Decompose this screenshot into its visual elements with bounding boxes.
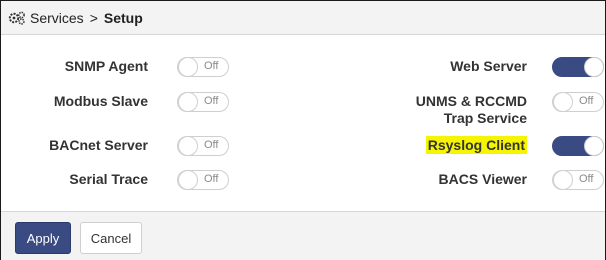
- unms-rccmd-label-line2: Trap Service: [443, 110, 527, 126]
- web-server-toggle[interactable]: [552, 57, 604, 77]
- setup-panel: Services > Setup SNMP Agent Off Modbus S…: [0, 0, 606, 260]
- bacs-viewer-toggle[interactable]: Off: [552, 170, 604, 190]
- toggle-state-text: Off: [579, 173, 594, 185]
- web-server-label: Web Server: [450, 58, 527, 74]
- bacs-viewer-label: BACS Viewer: [438, 171, 527, 187]
- toggle-state-text: Off: [204, 95, 219, 107]
- gears-icon: [8, 11, 25, 25]
- snmp-agent-toggle[interactable]: Off: [177, 57, 229, 77]
- serial-trace-label: Serial Trace: [69, 171, 148, 187]
- serial-trace-toggle[interactable]: Off: [177, 170, 229, 190]
- toggle-knob: [553, 92, 573, 112]
- toggle-state-text: Off: [579, 95, 594, 107]
- unms-rccmd-label-line1: UNMS & RCCMD: [415, 93, 527, 109]
- bacnet-server-label: BACnet Server: [49, 137, 148, 153]
- toggle-knob: [178, 136, 198, 156]
- breadcrumb: Services > Setup: [8, 10, 143, 26]
- unms-rccmd-trap-toggle[interactable]: Off: [552, 92, 604, 112]
- toggle-knob: [553, 170, 573, 190]
- toggle-knob: [584, 57, 604, 77]
- breadcrumb-services[interactable]: Services: [30, 10, 84, 26]
- cancel-button[interactable]: Cancel: [80, 222, 142, 254]
- modbus-slave-label: Modbus Slave: [53, 93, 148, 109]
- toggle-knob: [178, 92, 198, 112]
- unms-rccmd-trap-label: UNMS & RCCMD Trap Service: [416, 93, 527, 127]
- toggle-knob: [584, 136, 604, 156]
- panel-header: Services > Setup: [1, 1, 605, 35]
- toggle-state-text: Off: [204, 173, 219, 185]
- toggle-state-text: Off: [204, 60, 219, 72]
- rsyslog-client-toggle[interactable]: [552, 136, 604, 156]
- rsyslog-client-label: Rsyslog Client: [425, 136, 527, 154]
- snmp-agent-label: SNMP Agent: [64, 58, 148, 74]
- rsyslog-client-highlight: Rsyslog Client: [425, 136, 527, 154]
- bacnet-server-toggle[interactable]: Off: [177, 136, 229, 156]
- breadcrumb-setup: Setup: [103, 10, 143, 26]
- breadcrumb-separator: >: [89, 10, 98, 26]
- modbus-slave-toggle[interactable]: Off: [177, 92, 229, 112]
- toggle-state-text: Off: [204, 139, 219, 151]
- apply-button[interactable]: Apply: [15, 222, 71, 254]
- toggle-knob: [178, 57, 198, 77]
- toggle-knob: [178, 170, 198, 190]
